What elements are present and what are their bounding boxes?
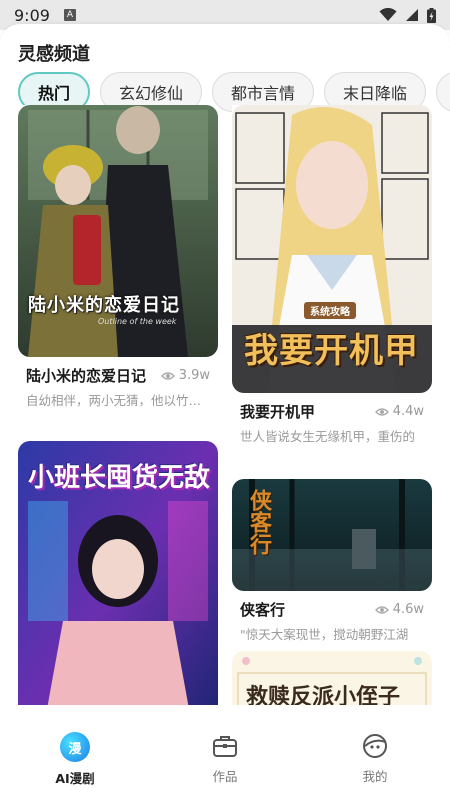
work-card[interactable]: 小班长囤货无敌 <box>18 441 218 705</box>
tab-label: 我的 <box>362 769 388 784</box>
cover-image: 陆小米的恋爱日记 Outline of the week <box>18 105 218 357</box>
card-description: "惊天大案现世，搅动朝野江湖 <box>240 627 409 642</box>
card-meta: 侠客行 4.6w <box>232 599 432 620</box>
eye-icon <box>374 605 389 614</box>
tab-ai-comics[interactable]: 漫 AI漫剧 <box>0 720 150 800</box>
card-description: 世人皆说女生无缘机甲，重伤的 <box>240 429 416 444</box>
signal-icon <box>406 9 418 21</box>
work-card[interactable]: 系统攻略 我要开机甲 我要开机甲 4.4w 世人皆说女生无缘机甲，重伤的 <box>232 105 432 445</box>
ai-comics-icon: 漫 <box>60 732 90 762</box>
view-count: 4.4w <box>374 404 424 419</box>
card-title: 侠客行 <box>240 601 286 619</box>
card-description: 自幼相伴，两小无猜，他以竹马之 <box>26 393 214 408</box>
wifi-icon <box>379 8 397 21</box>
cover-title-text: 陆小米的恋爱日记 <box>28 295 180 316</box>
profile-face-icon <box>362 733 387 758</box>
work-card[interactable]: 陆小米的恋爱日记 Outline of the week 陆小米的恋爱日记 3.… <box>18 105 218 409</box>
eye-icon <box>160 371 175 380</box>
view-count: 4.6w <box>374 602 424 617</box>
work-card[interactable]: 救赎反派小侄子 <box>232 651 432 705</box>
cover-title-text: 小班长囤货无敌 <box>28 463 211 493</box>
page-title: 灵感频道 <box>18 44 90 65</box>
cover-image: 侠客行 <box>232 479 432 591</box>
eye-icon <box>374 407 389 416</box>
cover-title-text: 我要开机甲 <box>244 331 419 371</box>
chip-more[interactable] <box>436 72 450 112</box>
battery-icon <box>427 7 436 23</box>
cover-subtitle-text: Outline of the week <box>98 317 177 326</box>
work-card[interactable]: 侠客行 侠客行 4.6w "惊天大案现世，搅动朝野江湖 <box>232 479 432 643</box>
notification-icon: A <box>63 9 76 21</box>
ai-comics-icon-glyph: 漫 <box>68 741 82 757</box>
card-title: 我要开机甲 <box>240 403 316 421</box>
briefcase-icon <box>213 736 237 757</box>
cover-image: 救赎反派小侄子 <box>232 651 432 705</box>
card-title: 陆小米的恋爱日记 <box>26 367 147 385</box>
status-time: 9:09 <box>14 5 50 25</box>
works-grid: 陆小米的恋爱日记 Outline of the week 陆小米的恋爱日记 3.… <box>18 105 432 705</box>
cover-image: 系统攻略 我要开机甲 <box>232 105 432 393</box>
cover-title-text: 救赎反派小侄子 <box>246 685 401 705</box>
bottom-tab-bar: 漫 AI漫剧 作品 我的 <box>0 720 450 800</box>
card-meta: 我要开机甲 4.4w <box>232 401 432 422</box>
tab-works[interactable]: 作品 <box>150 720 300 800</box>
cover-image: 小班长囤货无敌 <box>18 441 218 705</box>
view-count-value: 4.6w <box>392 602 424 617</box>
cover-title-text: 侠客行 <box>246 489 271 555</box>
view-count-value: 4.4w <box>392 404 424 419</box>
cover-badge: 系统攻略 <box>304 302 356 319</box>
tab-label: AI漫剧 <box>55 771 95 786</box>
view-count: 3.9w <box>160 368 210 383</box>
card-meta: 陆小米的恋爱日记 3.9w <box>18 365 218 386</box>
tab-label: 作品 <box>212 769 238 784</box>
view-count-value: 3.9w <box>178 368 210 383</box>
tab-profile[interactable]: 我的 <box>300 720 450 800</box>
